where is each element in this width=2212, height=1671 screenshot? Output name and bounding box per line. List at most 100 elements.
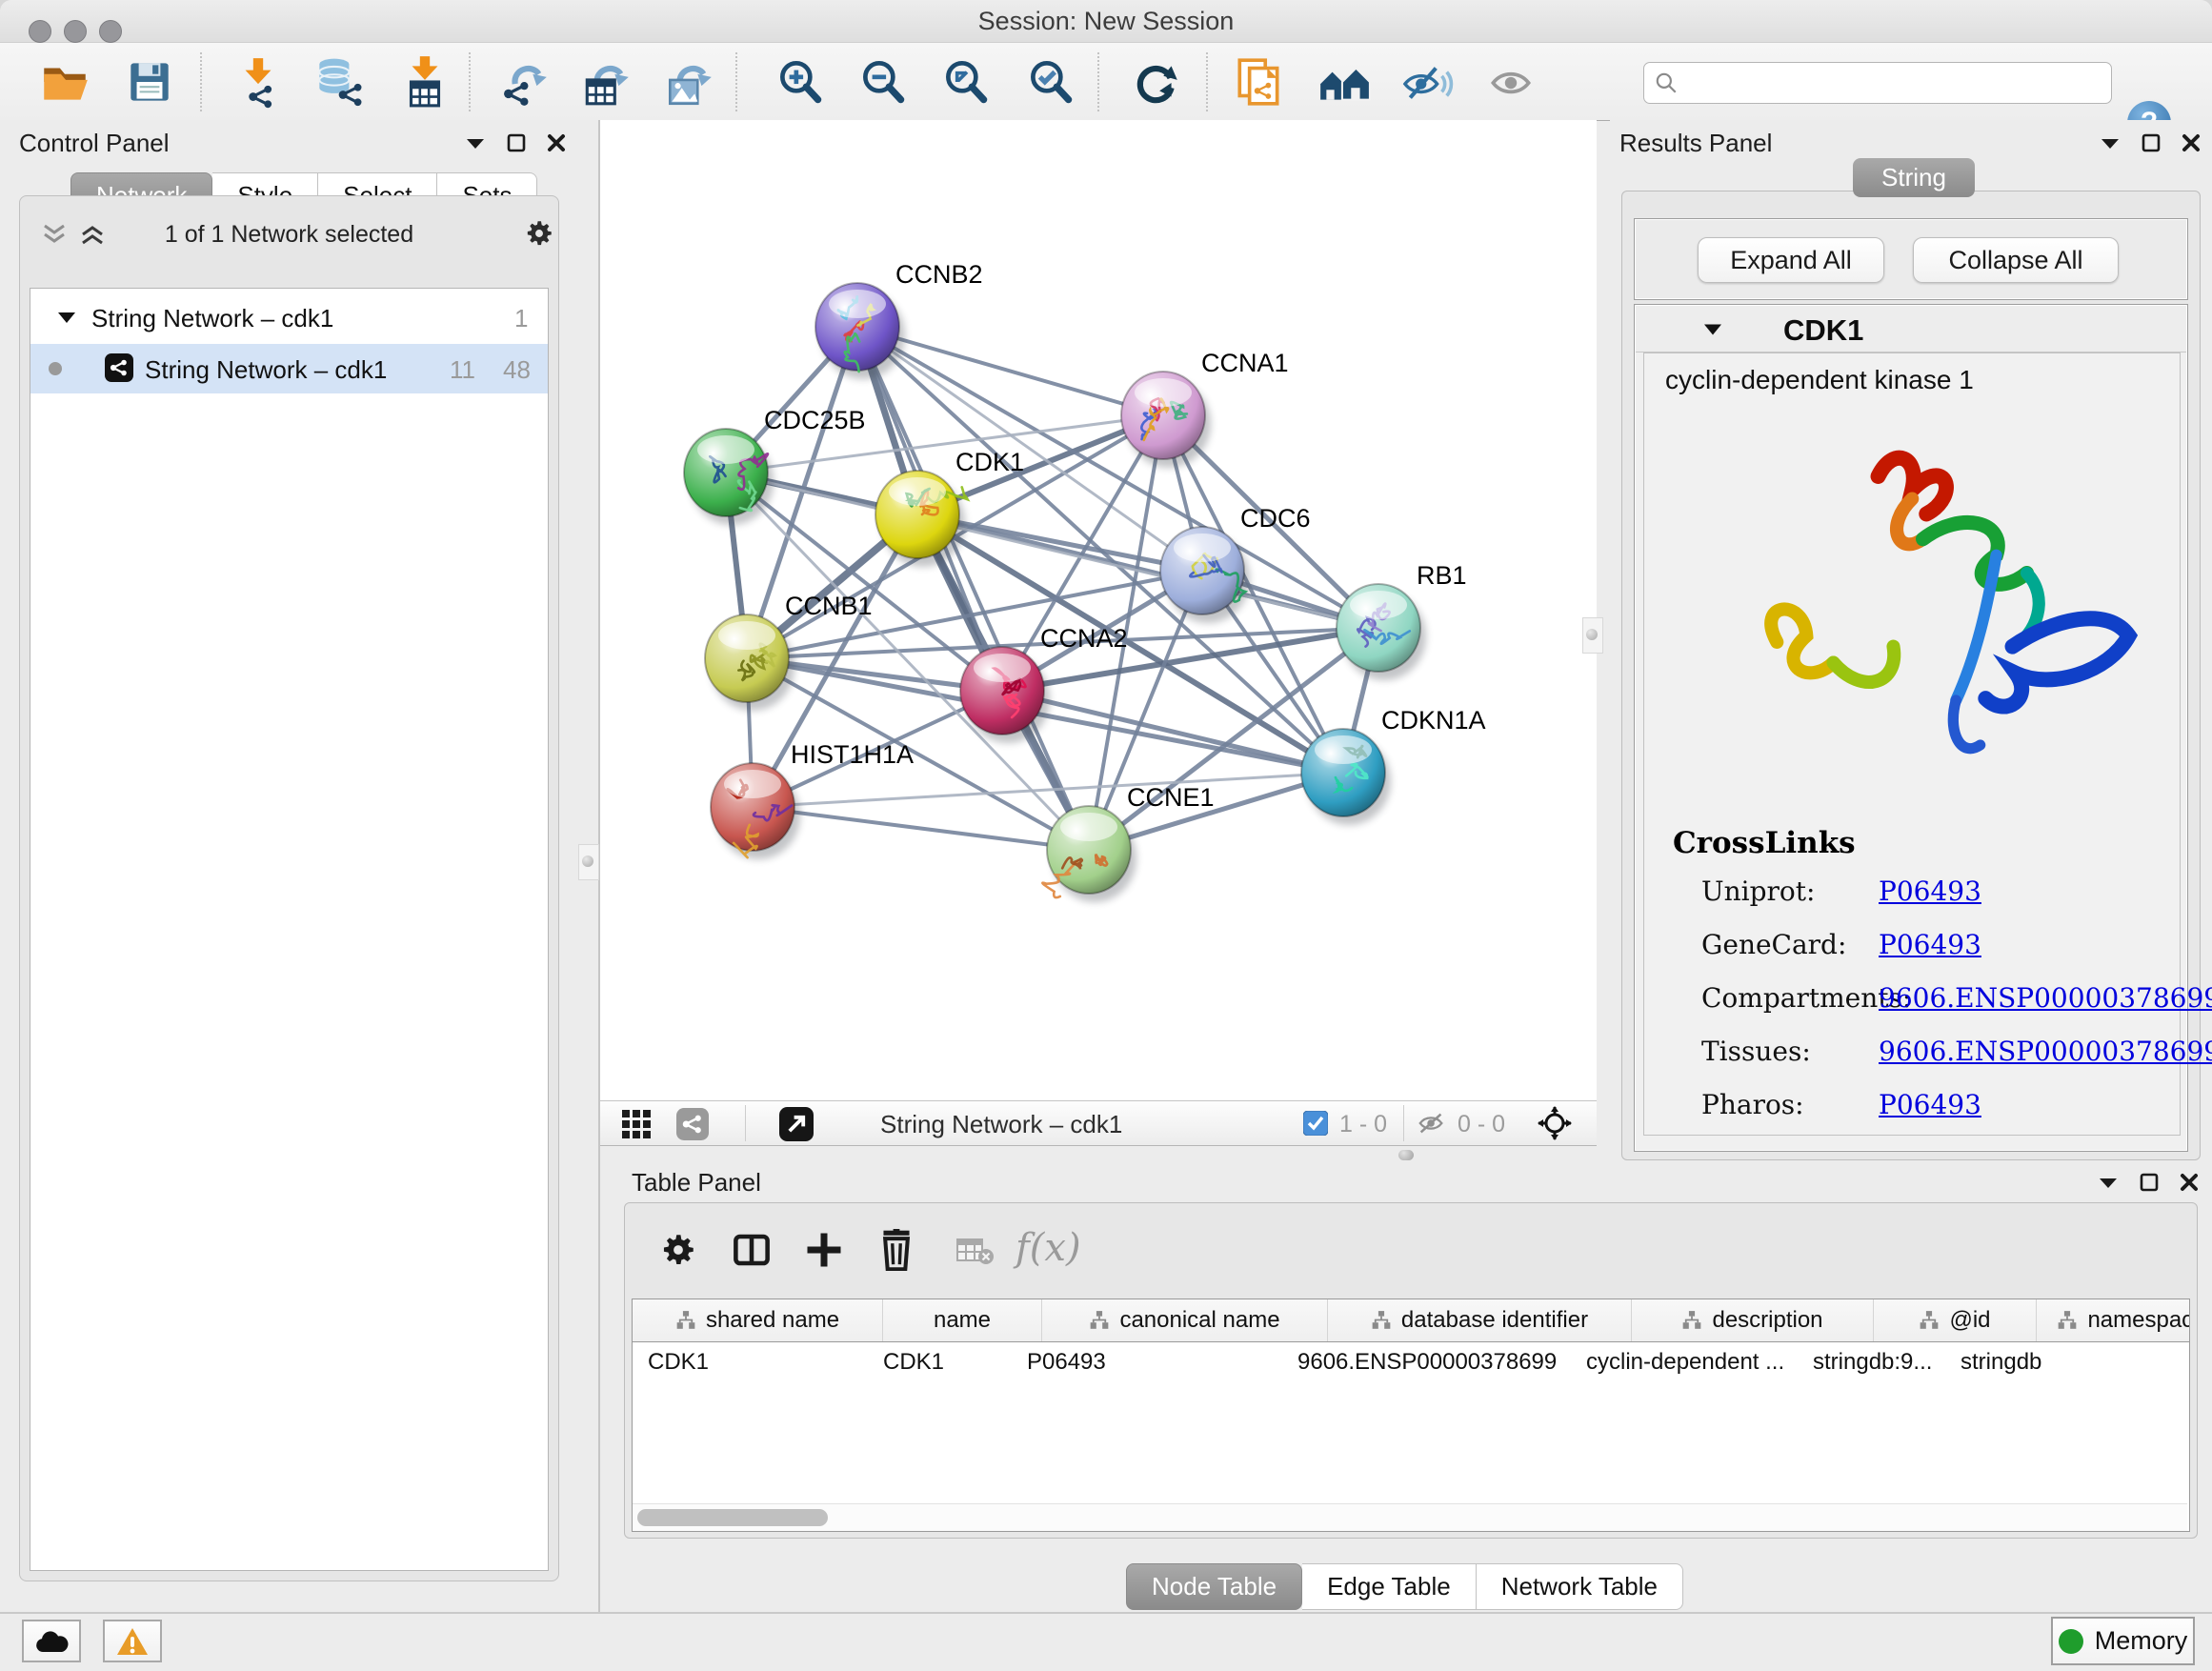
network-selection-status: 1 of 1 Network selected	[20, 221, 558, 249]
control-panel: Control Panel NetworkStyleSelectSets 1 o…	[0, 120, 600, 1612]
import-network-database-icon[interactable]	[311, 54, 366, 110]
gene-symbol: CDK1	[1783, 313, 1863, 348]
float-panel-icon[interactable]	[507, 133, 526, 152]
hide-selected-icon[interactable]	[1400, 54, 1456, 110]
export-network-icon[interactable]	[497, 54, 553, 110]
network-view-mode-icon[interactable]	[676, 1108, 709, 1140]
float-panel-icon[interactable]	[2142, 133, 2161, 152]
first-neighbors-icon[interactable]	[1317, 54, 1372, 110]
table-cell[interactable]: stringdb	[1945, 1341, 2121, 1385]
column-header-@id[interactable]: @id	[1874, 1299, 2037, 1341]
expand-all-button[interactable]: Expand All	[1698, 237, 1884, 283]
cloud-icon	[34, 1629, 69, 1654]
selected-checkbox-icon[interactable]	[1303, 1111, 1328, 1136]
crosslink-link[interactable]: P06493	[1879, 1089, 1981, 1120]
zoom-in-icon[interactable]	[773, 54, 828, 110]
crosslink-row: GeneCard:P06493	[1701, 929, 2168, 982]
grid-view-icon[interactable]	[621, 1109, 652, 1139]
add-column-icon[interactable]	[804, 1230, 844, 1270]
memory-button[interactable]: Memory	[2051, 1617, 2195, 1665]
table-cell[interactable]: CDK1	[633, 1341, 868, 1385]
column-label: canonical name	[1119, 1307, 1279, 1334]
collapse-panel-icon[interactable]	[465, 135, 486, 151]
control-panel-title: Control Panel	[19, 129, 170, 158]
table-cell[interactable]: cyclin-dependent ...	[1571, 1341, 1798, 1385]
gene-entry-header[interactable]: CDK1	[1636, 306, 2186, 352]
close-panel-icon[interactable]	[547, 133, 566, 152]
zoom-out-icon[interactable]	[855, 54, 911, 110]
main-toolbar: ?	[0, 43, 2212, 121]
save-session-icon[interactable]	[122, 54, 177, 110]
float-panel-icon[interactable]	[2140, 1173, 2159, 1192]
show-all-icon[interactable]	[1483, 54, 1538, 110]
collapse-all-button[interactable]: Collapse All	[1913, 237, 2119, 283]
tab-node-table[interactable]: Node Table	[1126, 1563, 1302, 1610]
table-options-gear-icon[interactable]	[658, 1230, 698, 1270]
delete-column-icon[interactable]	[876, 1229, 916, 1271]
zoom-fit-icon[interactable]	[938, 54, 994, 110]
node-label-CDC6: CDC6	[1240, 504, 1311, 533]
column-header-name[interactable]: name	[883, 1299, 1042, 1341]
close-panel-icon[interactable]	[2182, 133, 2201, 152]
right-splitter-handle[interactable]	[1582, 617, 1603, 654]
crosslink-label: Pharos:	[1701, 1089, 1804, 1120]
crosslink-link[interactable]: P06493	[1879, 876, 1981, 907]
table-cell[interactable]: 9606.ENSP00000378699	[1282, 1341, 1571, 1385]
column-header-database-identifier[interactable]: database identifier	[1328, 1299, 1632, 1341]
network-options-gear-icon[interactable]	[523, 217, 555, 250]
function-builder-icon[interactable]: f(x)	[1016, 1226, 1081, 1270]
table-cell[interactable]: P06493	[1012, 1341, 1282, 1385]
network-edge-count: 48	[503, 355, 531, 385]
column-type-icon	[1919, 1310, 1940, 1331]
pan-crosshair-icon[interactable]	[1538, 1106, 1572, 1140]
status-bar: Memory	[0, 1612, 2212, 1671]
refresh-view-icon[interactable]	[1128, 54, 1183, 110]
zoom-selected-icon[interactable]	[1023, 54, 1078, 110]
entry-expander-icon[interactable]	[1702, 321, 1723, 337]
node-table-box: f(x) shared namename canonical name databa…	[624, 1202, 2198, 1539]
network-collection-row[interactable]: String Network – cdk1 1	[30, 292, 548, 342]
import-table-file-icon[interactable]	[397, 54, 452, 110]
tab-edge-table[interactable]: Edge Table	[1302, 1563, 1477, 1610]
tab-string[interactable]: String	[1853, 158, 1975, 197]
search-icon	[1654, 70, 1679, 95]
open-session-icon[interactable]	[37, 54, 92, 110]
column-header-shared-name[interactable]: shared name	[633, 1299, 883, 1341]
table-cell[interactable]: stringdb:9...	[1798, 1341, 1945, 1385]
crosslink-link[interactable]: 9606.ENSP00000378699	[1879, 1036, 2212, 1067]
network-row-selected[interactable]: String Network – cdk1 11 48	[30, 344, 548, 393]
crosslink-link[interactable]: 9606.ENSP00000378699	[1879, 982, 2212, 1014]
table-panel: Table Panel f(x) shared namenamecanonica…	[600, 1160, 2212, 1612]
collapse-panel-icon[interactable]	[2100, 135, 2121, 151]
scrollbar-thumb[interactable]	[637, 1509, 828, 1526]
export-table-icon[interactable]	[579, 54, 634, 110]
column-header-namespace[interactable]: namespace	[2037, 1299, 2190, 1341]
show-columns-icon[interactable]	[732, 1230, 772, 1270]
string-results-box: Expand All Collapse All CDK1 cyclin-depe…	[1621, 191, 2201, 1160]
collapse-panel-icon[interactable]	[2098, 1175, 2119, 1190]
crosslink-link[interactable]: P06493	[1879, 929, 1981, 960]
table-row[interactable]: CDK1CDK1P064939606.ENSP00000378699cyclin…	[633, 1341, 2190, 1385]
warning-status-button[interactable]	[103, 1620, 162, 1662]
node-label-CCNB1: CCNB1	[785, 592, 873, 620]
network-canvas[interactable]: CCNB2CCNA1CDC25BCDK1CDC6RB1CCNB1CCNA2CDK…	[600, 120, 1597, 1100]
close-panel-icon[interactable]	[2180, 1173, 2199, 1192]
cloud-status-button[interactable]	[22, 1620, 81, 1662]
horizontal-splitter-handle[interactable]	[1398, 1150, 1414, 1160]
memory-label: Memory	[2095, 1626, 2188, 1656]
delete-table-icon[interactable]	[956, 1238, 995, 1266]
table-cell[interactable]: CDK1	[868, 1341, 1012, 1385]
duplicate-network-icon[interactable]	[1232, 54, 1287, 110]
column-header-canonical-name[interactable]: canonical name	[1042, 1299, 1328, 1341]
search-input[interactable]	[1686, 65, 2100, 99]
export-image-icon[interactable]	[662, 54, 717, 110]
tab-network-table[interactable]: Network Table	[1477, 1563, 1683, 1610]
search-box	[1643, 62, 2112, 104]
column-header-description[interactable]: description	[1632, 1299, 1874, 1341]
application-window: Session: New Session	[0, 0, 2212, 1671]
node-label-CCNA2: CCNA2	[1040, 624, 1128, 653]
detach-view-icon[interactable]	[779, 1107, 814, 1141]
left-splitter-handle[interactable]	[578, 844, 599, 880]
import-network-file-icon[interactable]	[231, 54, 286, 110]
collection-expander-icon[interactable]	[57, 310, 76, 325]
